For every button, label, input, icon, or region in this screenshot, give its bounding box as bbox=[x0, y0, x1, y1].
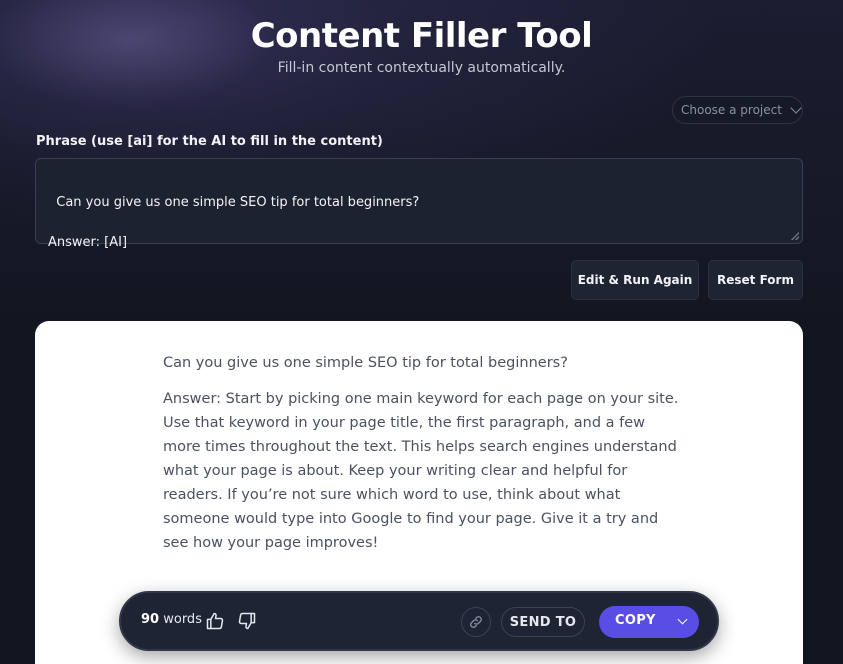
word-count: 90 words bbox=[141, 612, 202, 627]
resize-handle-icon[interactable] bbox=[791, 232, 799, 240]
result-question: Can you give us one simple SEO tip for t… bbox=[163, 355, 568, 371]
link-icon bbox=[470, 616, 482, 628]
copy-button[interactable]: COPY bbox=[599, 606, 699, 638]
project-select[interactable]: Choose a project bbox=[672, 96, 803, 124]
result-answer: Answer: Start by picking one main keywor… bbox=[163, 391, 679, 551]
edit-run-again-button[interactable]: Edit & Run Again bbox=[571, 260, 699, 300]
page-subtitle: Fill-in content contextually automatical… bbox=[277, 60, 566, 76]
page-title: Content Filler Tool bbox=[250, 16, 593, 56]
thumbs-up-icon[interactable] bbox=[205, 611, 225, 631]
result-text: Can you give us one simple SEO tip for t… bbox=[163, 351, 683, 567]
word-count-label: words bbox=[163, 612, 202, 627]
thumbs-down-icon[interactable] bbox=[237, 611, 257, 631]
project-select-placeholder: Choose a project bbox=[681, 103, 782, 117]
phrase-label: Phrase (use [ai] for the AI to fill in t… bbox=[36, 134, 383, 149]
reset-form-button[interactable]: Reset Form bbox=[708, 260, 803, 300]
chevron-down-icon bbox=[790, 102, 802, 114]
result-toolbar: 90 words SEND TO COPY bbox=[119, 591, 719, 651]
page-header: Content Filler Tool Fill-in content cont… bbox=[0, 16, 843, 76]
phrase-textarea[interactable]: Can you give us one simple SEO tip for t… bbox=[35, 158, 803, 250]
phrase-text: Can you give us one simple SEO tip for t… bbox=[48, 195, 420, 250]
word-count-number: 90 bbox=[141, 612, 160, 627]
link-button[interactable] bbox=[461, 607, 491, 637]
send-to-button[interactable]: SEND TO bbox=[501, 607, 585, 637]
chevron-down-icon[interactable] bbox=[677, 614, 688, 625]
copy-label: COPY bbox=[615, 613, 656, 628]
